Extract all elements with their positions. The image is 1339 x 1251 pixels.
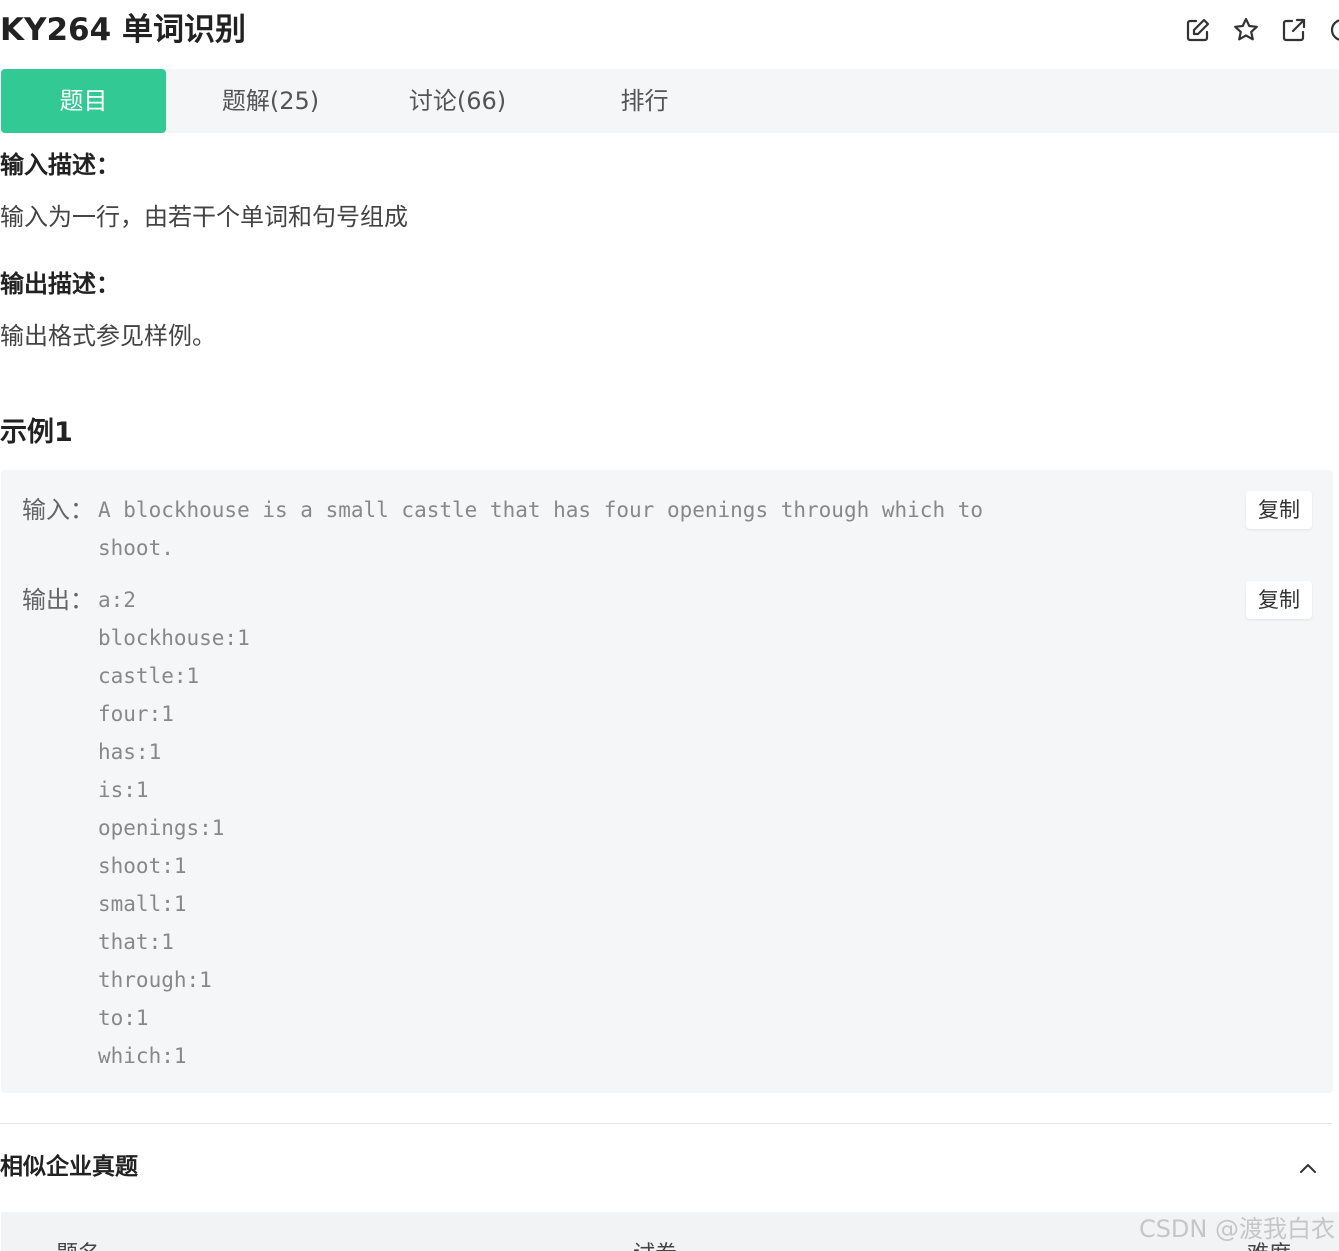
column-header-paper: 试卷 — [633, 1240, 677, 1251]
code-line: small:1 — [98, 892, 187, 916]
code-line: which:1 — [98, 1044, 187, 1068]
example-input-label: 输入： — [22, 496, 94, 524]
code-line: is:1 — [98, 778, 149, 802]
tab-ranking[interactable]: 排行 — [562, 69, 727, 133]
tab-bar: 题目 题解(25) 讨论(66) 排行 — [0, 69, 1339, 133]
edit-icon[interactable] — [1182, 14, 1214, 46]
column-header-title: 题名 — [56, 1240, 100, 1251]
input-desc-heading: 输入描述： — [0, 151, 120, 179]
divider — [0, 1123, 1332, 1124]
problem-title: KY264 单词识别 — [0, 12, 246, 48]
output-desc-text: 输出格式参见样例。 — [0, 322, 216, 350]
example-box: 输入： A blockhouse is a small castle that … — [1, 470, 1333, 1093]
tab-solutions[interactable]: 题解(25) — [188, 69, 353, 133]
tab-problem[interactable]: 题目 — [1, 69, 166, 133]
code-line: that:1 — [98, 930, 174, 954]
example-output-code: a:2 blockhouse:1 castle:1 four:1 has:1 is:1 op… — [98, 581, 250, 1075]
more-icon[interactable] — [1326, 14, 1339, 46]
example-input-code: A blockhouse is a small castle that has … — [98, 491, 983, 567]
watermark: CSDN @渡我白衣 — [1138, 1215, 1335, 1243]
copy-output-button[interactable]: 复制 — [1246, 581, 1312, 619]
code-line: shoot. — [98, 536, 174, 560]
star-icon[interactable] — [1230, 14, 1262, 46]
example-heading: 示例1 — [0, 417, 73, 448]
code-line: castle:1 — [98, 664, 200, 688]
code-line: openings:1 — [98, 816, 225, 840]
output-desc-heading: 输出描述： — [0, 270, 120, 298]
tab-discussion[interactable]: 讨论(66) — [375, 69, 540, 133]
similar-questions-heading[interactable]: 相似企业真题 — [0, 1150, 138, 1184]
chevron-up-icon[interactable] — [1296, 1156, 1320, 1180]
code-line: through:1 — [98, 968, 212, 992]
code-line: A blockhouse is a small castle that has … — [98, 498, 984, 522]
code-line: a:2 — [98, 588, 136, 612]
code-line: blockhouse:1 — [98, 626, 250, 650]
code-line: to:1 — [98, 1006, 149, 1030]
input-desc-text: 输入为一行，由若干个单词和句号组成 — [0, 203, 408, 231]
share-icon[interactable] — [1278, 14, 1310, 46]
code-line: shoot:1 — [98, 854, 187, 878]
example-output-label: 输出： — [22, 586, 94, 614]
copy-input-button[interactable]: 复制 — [1246, 491, 1312, 529]
code-line: four:1 — [98, 702, 174, 726]
code-line: has:1 — [98, 740, 162, 764]
